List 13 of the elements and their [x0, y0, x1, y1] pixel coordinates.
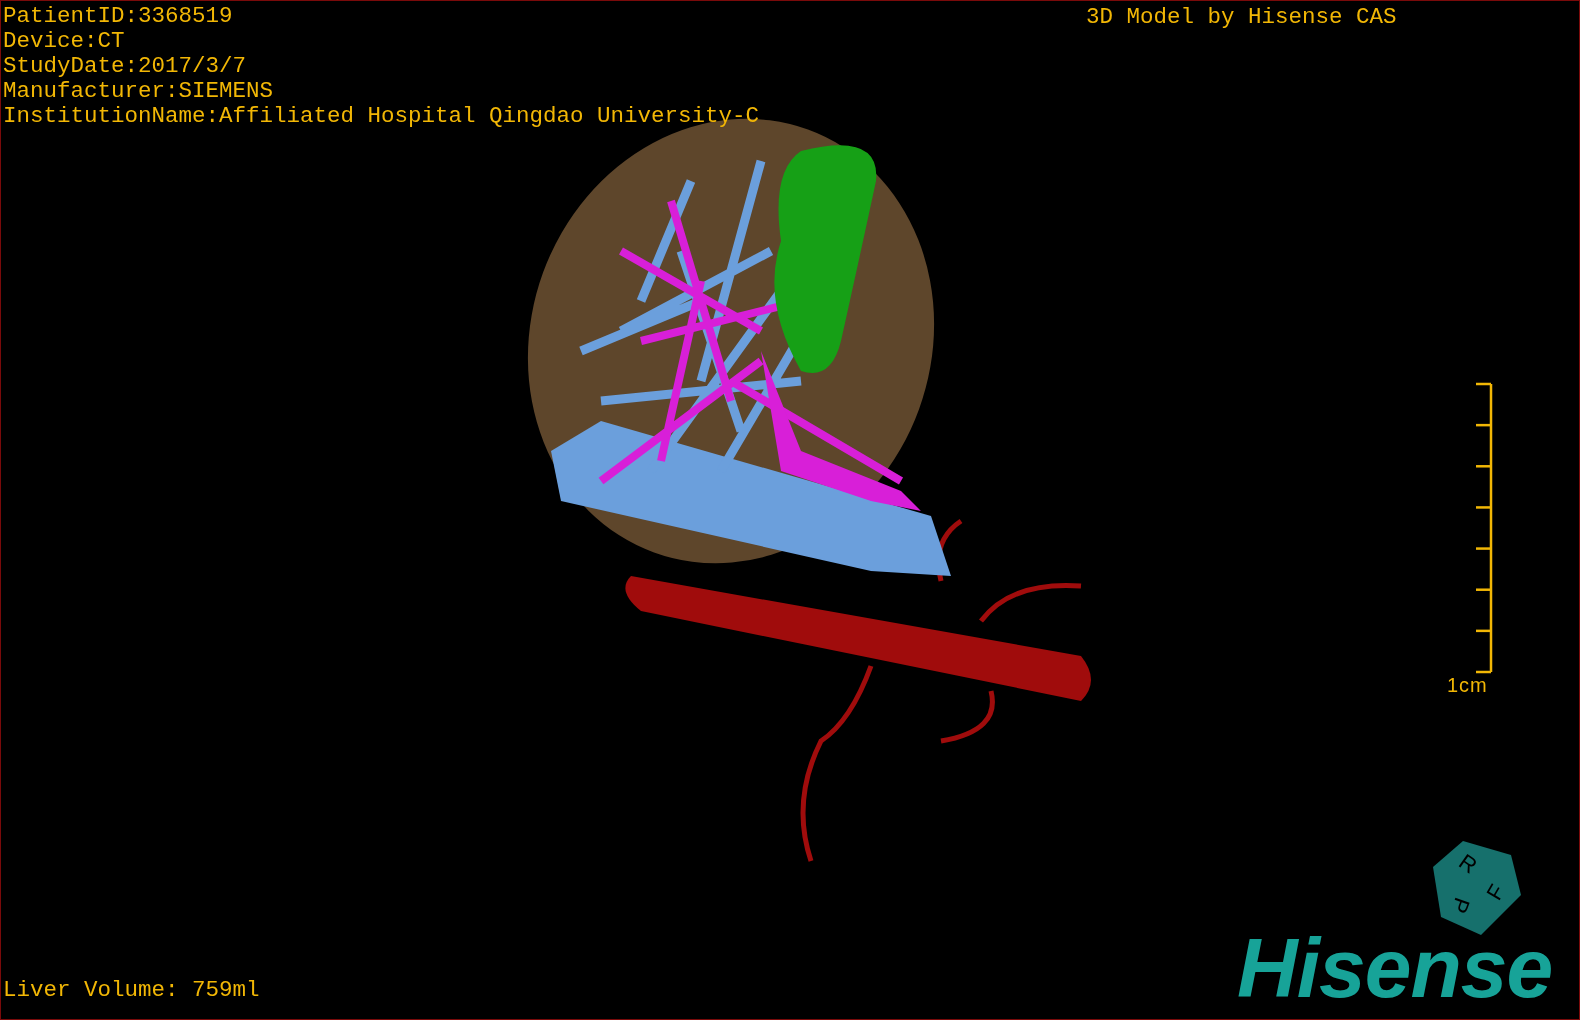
info-line: Manufacturer:SIEMENS [3, 79, 274, 104]
cube-face-label: R [1454, 848, 1482, 879]
viewer-title: 3D Model by Hisense CAS [1086, 5, 1397, 30]
brand-logo: Hisense [1237, 926, 1553, 1010]
cube-face-label: F [1481, 880, 1510, 905]
scale-bar-icon [1475, 382, 1493, 674]
info-line: StudyDate:2017/3/7 [3, 54, 247, 79]
info-line: InstitutionName:Affiliated Hospital Qingdao University-C [3, 104, 760, 129]
info-line: Device:CT [3, 29, 125, 54]
info-line: PatientID:3368519 [3, 4, 233, 29]
scale-label: 1cm [1447, 673, 1488, 698]
liver-volume-text: Liver Volume: 759ml [3, 978, 260, 1003]
cube-face-label: P [1446, 894, 1475, 917]
